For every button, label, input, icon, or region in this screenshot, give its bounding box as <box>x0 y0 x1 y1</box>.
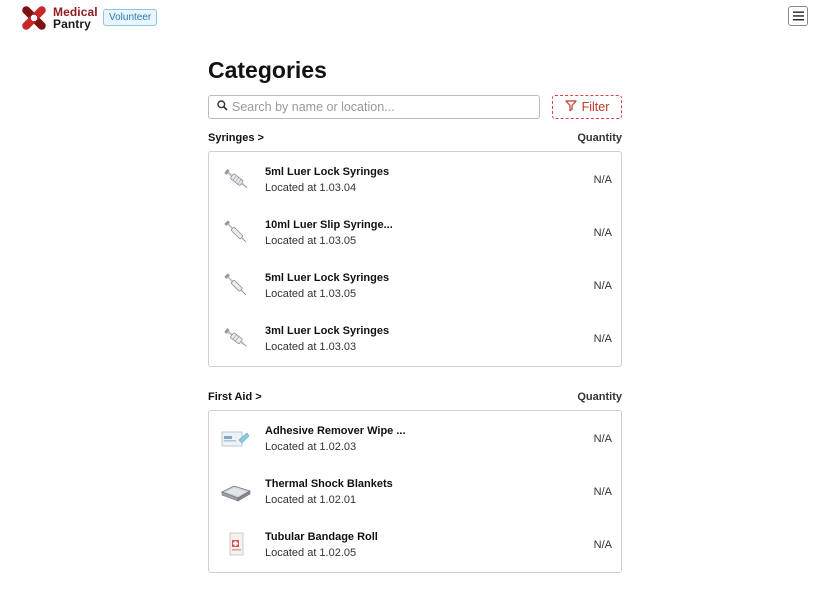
category-card-first-aid: Adhesive Remover Wipe ... Located at 1.0… <box>208 410 622 573</box>
role-badge: Volunteer <box>103 9 158 26</box>
logo-text: Medical Pantry <box>53 6 98 30</box>
item-location: Located at 1.03.04 <box>265 182 357 194</box>
logo-line-2: Pantry <box>53 17 91 31</box>
item-name: 10ml Luer Slip Syringe... <box>265 219 393 231</box>
list-item[interactable]: 5ml Luer Lock Syringes Located at 1.03.0… <box>209 153 621 206</box>
item-name: Tubular Bandage Roll <box>265 531 378 543</box>
wipe-packet-icon <box>221 424 251 452</box>
category-card-syringes: 5ml Luer Lock Syringes Located at 1.03.0… <box>208 151 622 367</box>
item-quantity: N/A <box>593 486 612 498</box>
item-name: 5ml Luer Lock Syringes <box>265 272 390 284</box>
item-quantity: N/A <box>593 280 612 292</box>
bandage-box-icon <box>221 530 251 558</box>
filter-button[interactable]: Filter <box>552 95 622 119</box>
quantity-column-header: Quantity <box>577 132 622 144</box>
item-location: Located at 1.03.03 <box>265 341 357 353</box>
page-title: Categories <box>208 57 327 83</box>
item-quantity: N/A <box>593 333 612 345</box>
item-location: Located at 1.02.01 <box>265 494 357 506</box>
search-input[interactable] <box>232 100 539 114</box>
item-name: Adhesive Remover Wipe ... <box>265 425 406 437</box>
category-link-syringes[interactable]: Syringes > <box>208 132 264 144</box>
syringe-icon <box>221 165 251 193</box>
syringe-icon <box>221 271 251 299</box>
list-item[interactable]: Adhesive Remover Wipe ... Located at 1.0… <box>209 412 621 465</box>
blanket-icon <box>221 477 251 505</box>
item-quantity: N/A <box>593 227 612 239</box>
item-name: 5ml Luer Lock Syringes <box>265 166 390 178</box>
category-link-first-aid[interactable]: First Aid > <box>208 391 262 403</box>
item-quantity: N/A <box>593 174 612 186</box>
medical-cross-logo-icon <box>20 4 48 32</box>
list-item[interactable]: 5ml Luer Lock Syringes Located at 1.03.0… <box>209 259 621 312</box>
item-location: Located at 1.02.03 <box>265 441 357 453</box>
syringe-icon <box>221 324 251 352</box>
hamburger-menu-button[interactable] <box>788 6 808 26</box>
item-name: Thermal Shock Blankets <box>265 478 393 490</box>
search-box[interactable] <box>208 95 540 119</box>
item-quantity: N/A <box>593 539 612 551</box>
list-item[interactable]: 10ml Luer Slip Syringe... Located at 1.0… <box>209 206 621 259</box>
list-item[interactable]: Tubular Bandage Roll Located at 1.02.05 … <box>209 518 621 571</box>
search-icon <box>217 98 228 116</box>
item-location: Located at 1.03.05 <box>265 235 357 247</box>
item-location: Located at 1.03.05 <box>265 288 357 300</box>
item-quantity: N/A <box>593 433 612 445</box>
list-item[interactable]: Thermal Shock Blankets Located at 1.02.0… <box>209 465 621 518</box>
quantity-column-header: Quantity <box>577 391 622 403</box>
filter-button-label: Filter <box>581 100 610 114</box>
category-header-first-aid: First Aid > Quantity <box>208 391 622 405</box>
item-name: 3ml Luer Lock Syringes <box>265 325 390 337</box>
list-item[interactable]: 3ml Luer Lock Syringes Located at 1.03.0… <box>209 312 621 365</box>
app-logo[interactable]: Medical Pantry <box>20 4 98 32</box>
item-location: Located at 1.02.05 <box>265 547 357 559</box>
filter-funnel-icon <box>565 100 577 114</box>
syringe-icon <box>221 218 251 246</box>
hamburger-icon <box>792 9 804 24</box>
category-header-syringes: Syringes > Quantity <box>208 132 622 146</box>
